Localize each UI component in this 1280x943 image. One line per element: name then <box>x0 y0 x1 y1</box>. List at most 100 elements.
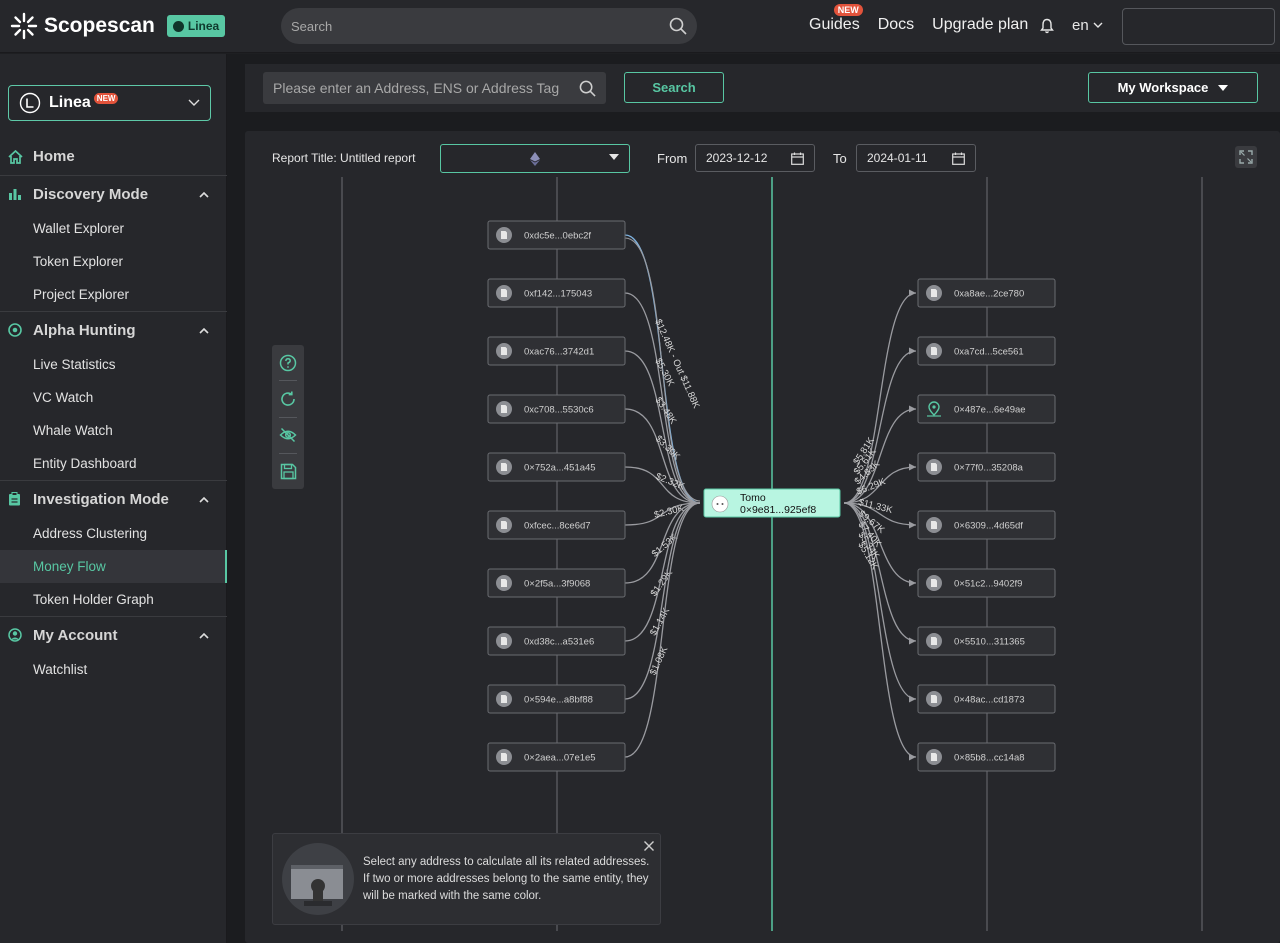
chevron-up-icon <box>199 496 209 503</box>
section-discovery-mode[interactable]: Discovery Mode <box>0 175 227 212</box>
user-icon <box>8 628 22 642</box>
inflow-address-node[interactable]: 0xf142...175043 <box>487 278 626 308</box>
sidebar-item-project-explorer[interactable]: Project Explorer <box>0 278 227 311</box>
inflow-address-node[interactable]: 0xfcec...8ce6d7 <box>487 510 626 540</box>
sidebar-item-money-flow[interactable]: Money Flow <box>0 550 227 583</box>
section-alpha-hunting[interactable]: Alpha Hunting <box>0 311 227 348</box>
arrowhead <box>909 753 916 761</box>
inflow-amount-label: $3.30K <box>653 433 683 462</box>
close-icon[interactable] <box>643 840 655 852</box>
tip-card: Select any address to calculate all its … <box>272 833 661 925</box>
inflow-address-node[interactable]: 0xd38c...a531e6 <box>487 626 626 656</box>
brand-logo[interactable]: Scopescan Linea <box>10 12 226 40</box>
nav-docs[interactable]: Docs <box>878 16 914 34</box>
outflow-address-node[interactable]: 0×487e...6e49ae <box>917 394 1056 424</box>
sidebar-item-wallet-explorer[interactable]: Wallet Explorer <box>0 212 227 245</box>
outflow-address-node[interactable]: 0×6309...4d65df <box>917 510 1056 540</box>
address-search[interactable] <box>263 72 606 104</box>
sidebar-item-token-holder-graph[interactable]: Token Holder Graph <box>0 583 227 616</box>
sidebar-item-live-statistics[interactable]: Live Statistics <box>0 348 227 381</box>
outflow-address-node[interactable]: 0×51c2...9402f9 <box>917 568 1056 598</box>
inflow-address-node[interactable]: 0×2aea...07e1e5 <box>487 742 626 772</box>
address-node-label: 0×487e...6e49ae <box>954 405 1026 416</box>
contract-icon <box>926 633 942 649</box>
ethereum-icon <box>530 151 540 166</box>
arrowhead <box>909 695 916 703</box>
money-flow-panel: $12.48K - Out $11.88K $5.30K $3.48K $3.30K $… <box>245 131 1280 943</box>
sidebar-item-whale-watch[interactable]: Whale Watch <box>0 414 227 447</box>
outflow-address-node[interactable]: 0×77f0...35208a <box>917 452 1056 482</box>
address-search-input[interactable] <box>273 80 579 96</box>
contract-icon <box>496 227 512 243</box>
address-node-label: 0xf142...175043 <box>524 289 592 300</box>
caret-down-icon <box>609 154 619 160</box>
search-button[interactable]: Search <box>624 72 724 103</box>
address-node-label: 0×85b8...cc14a8 <box>954 753 1025 764</box>
arrowhead <box>909 579 916 587</box>
document-shape <box>931 579 937 587</box>
inflow-address-node[interactable]: 0×752a...451a45 <box>487 452 626 482</box>
account-button[interactable] <box>1122 8 1275 45</box>
my-workspace-button[interactable]: My Workspace <box>1088 72 1258 103</box>
inflow-address-node[interactable]: 0xc708...5530c6 <box>487 394 626 424</box>
sidebar-item-vc-watch[interactable]: VC Watch <box>0 381 227 414</box>
save-button[interactable] <box>272 454 304 489</box>
language-select[interactable]: en <box>1072 17 1103 34</box>
outflow-address-node[interactable]: 0×5510...311365 <box>917 626 1056 656</box>
sidebar: Linea NEW Home Discovery Mode Wallet Exp… <box>0 54 227 943</box>
sidebar-item-entity-dashboard[interactable]: Entity Dashboard <box>0 447 227 480</box>
report-title[interactable]: Report Title: Untitled report <box>272 151 415 165</box>
section-my-account[interactable]: My Account <box>0 616 227 653</box>
fullscreen-button[interactable] <box>1235 146 1257 168</box>
help-button[interactable] <box>272 345 304 380</box>
sidebar-item-token-explorer[interactable]: Token Explorer <box>0 245 227 278</box>
to-date-input[interactable]: 2024-01-11 <box>856 144 976 172</box>
global-search[interactable] <box>281 8 697 44</box>
global-search-input[interactable] <box>291 18 669 34</box>
inflow-address-node[interactable]: 0xdc5e...0ebc2f <box>487 220 626 250</box>
chain-badge[interactable]: Linea <box>166 15 226 37</box>
center-address-node[interactable]: Tomo0×9e81...925ef8 <box>703 488 841 518</box>
contract-icon <box>496 691 512 707</box>
from-label: From <box>657 151 688 166</box>
document-shape <box>931 753 937 761</box>
document-shape <box>931 637 937 645</box>
search-icon[interactable] <box>579 80 596 97</box>
hide-button[interactable] <box>272 418 304 453</box>
refresh-button[interactable] <box>272 381 304 416</box>
inflow-address-node[interactable]: 0xac76...3742d1 <box>487 336 626 366</box>
home-icon <box>8 149 23 164</box>
eye-off-icon <box>279 428 297 443</box>
sidebar-item-watchlist[interactable]: Watchlist <box>0 653 227 686</box>
from-date-input[interactable]: 2023-12-12 <box>695 144 815 172</box>
nav-guides[interactable]: Guides NEW <box>809 4 863 34</box>
outflow-address-node[interactable]: 0×85b8...cc14a8 <box>917 742 1056 772</box>
calendar-icon <box>952 152 965 165</box>
nav-upgrade-plan[interactable]: Upgrade plan <box>932 16 1028 34</box>
outflow-address-node[interactable]: 0×48ac...cd1873 <box>917 684 1056 714</box>
outflow-address-node[interactable]: 0xa8ae...2ce780 <box>917 278 1056 308</box>
chain-selector[interactable]: Linea NEW <box>8 85 211 121</box>
save-icon <box>280 463 296 480</box>
search-icon[interactable] <box>669 17 687 35</box>
inflow-address-node[interactable]: 0×2f5a...3f9068 <box>487 568 626 598</box>
address-node-label: 0×77f0...35208a <box>954 463 1024 474</box>
sidebar-item-address-clustering[interactable]: Address Clustering <box>0 517 227 550</box>
token-select[interactable] <box>440 144 630 173</box>
help-icon <box>279 354 297 371</box>
brand-name: Scopescan <box>44 14 155 37</box>
arrowhead <box>909 637 916 645</box>
arrowhead <box>909 347 916 355</box>
avatar-face <box>711 495 729 513</box>
bell-icon[interactable] <box>1040 18 1054 34</box>
inflow-address-node[interactable]: 0×594e...a8bf88 <box>487 684 626 714</box>
address-node-label: 0×2f5a...3f9068 <box>524 579 590 590</box>
document-shape <box>501 347 507 355</box>
avatar-eye <box>721 503 724 505</box>
document-shape <box>501 231 507 239</box>
sidebar-item-home[interactable]: Home <box>0 138 227 175</box>
chevron-down-icon <box>188 99 200 106</box>
contract-icon <box>496 633 512 649</box>
outflow-address-node[interactable]: 0xa7cd...5ce561 <box>917 336 1056 366</box>
section-investigation-mode[interactable]: Investigation Mode <box>0 480 227 517</box>
